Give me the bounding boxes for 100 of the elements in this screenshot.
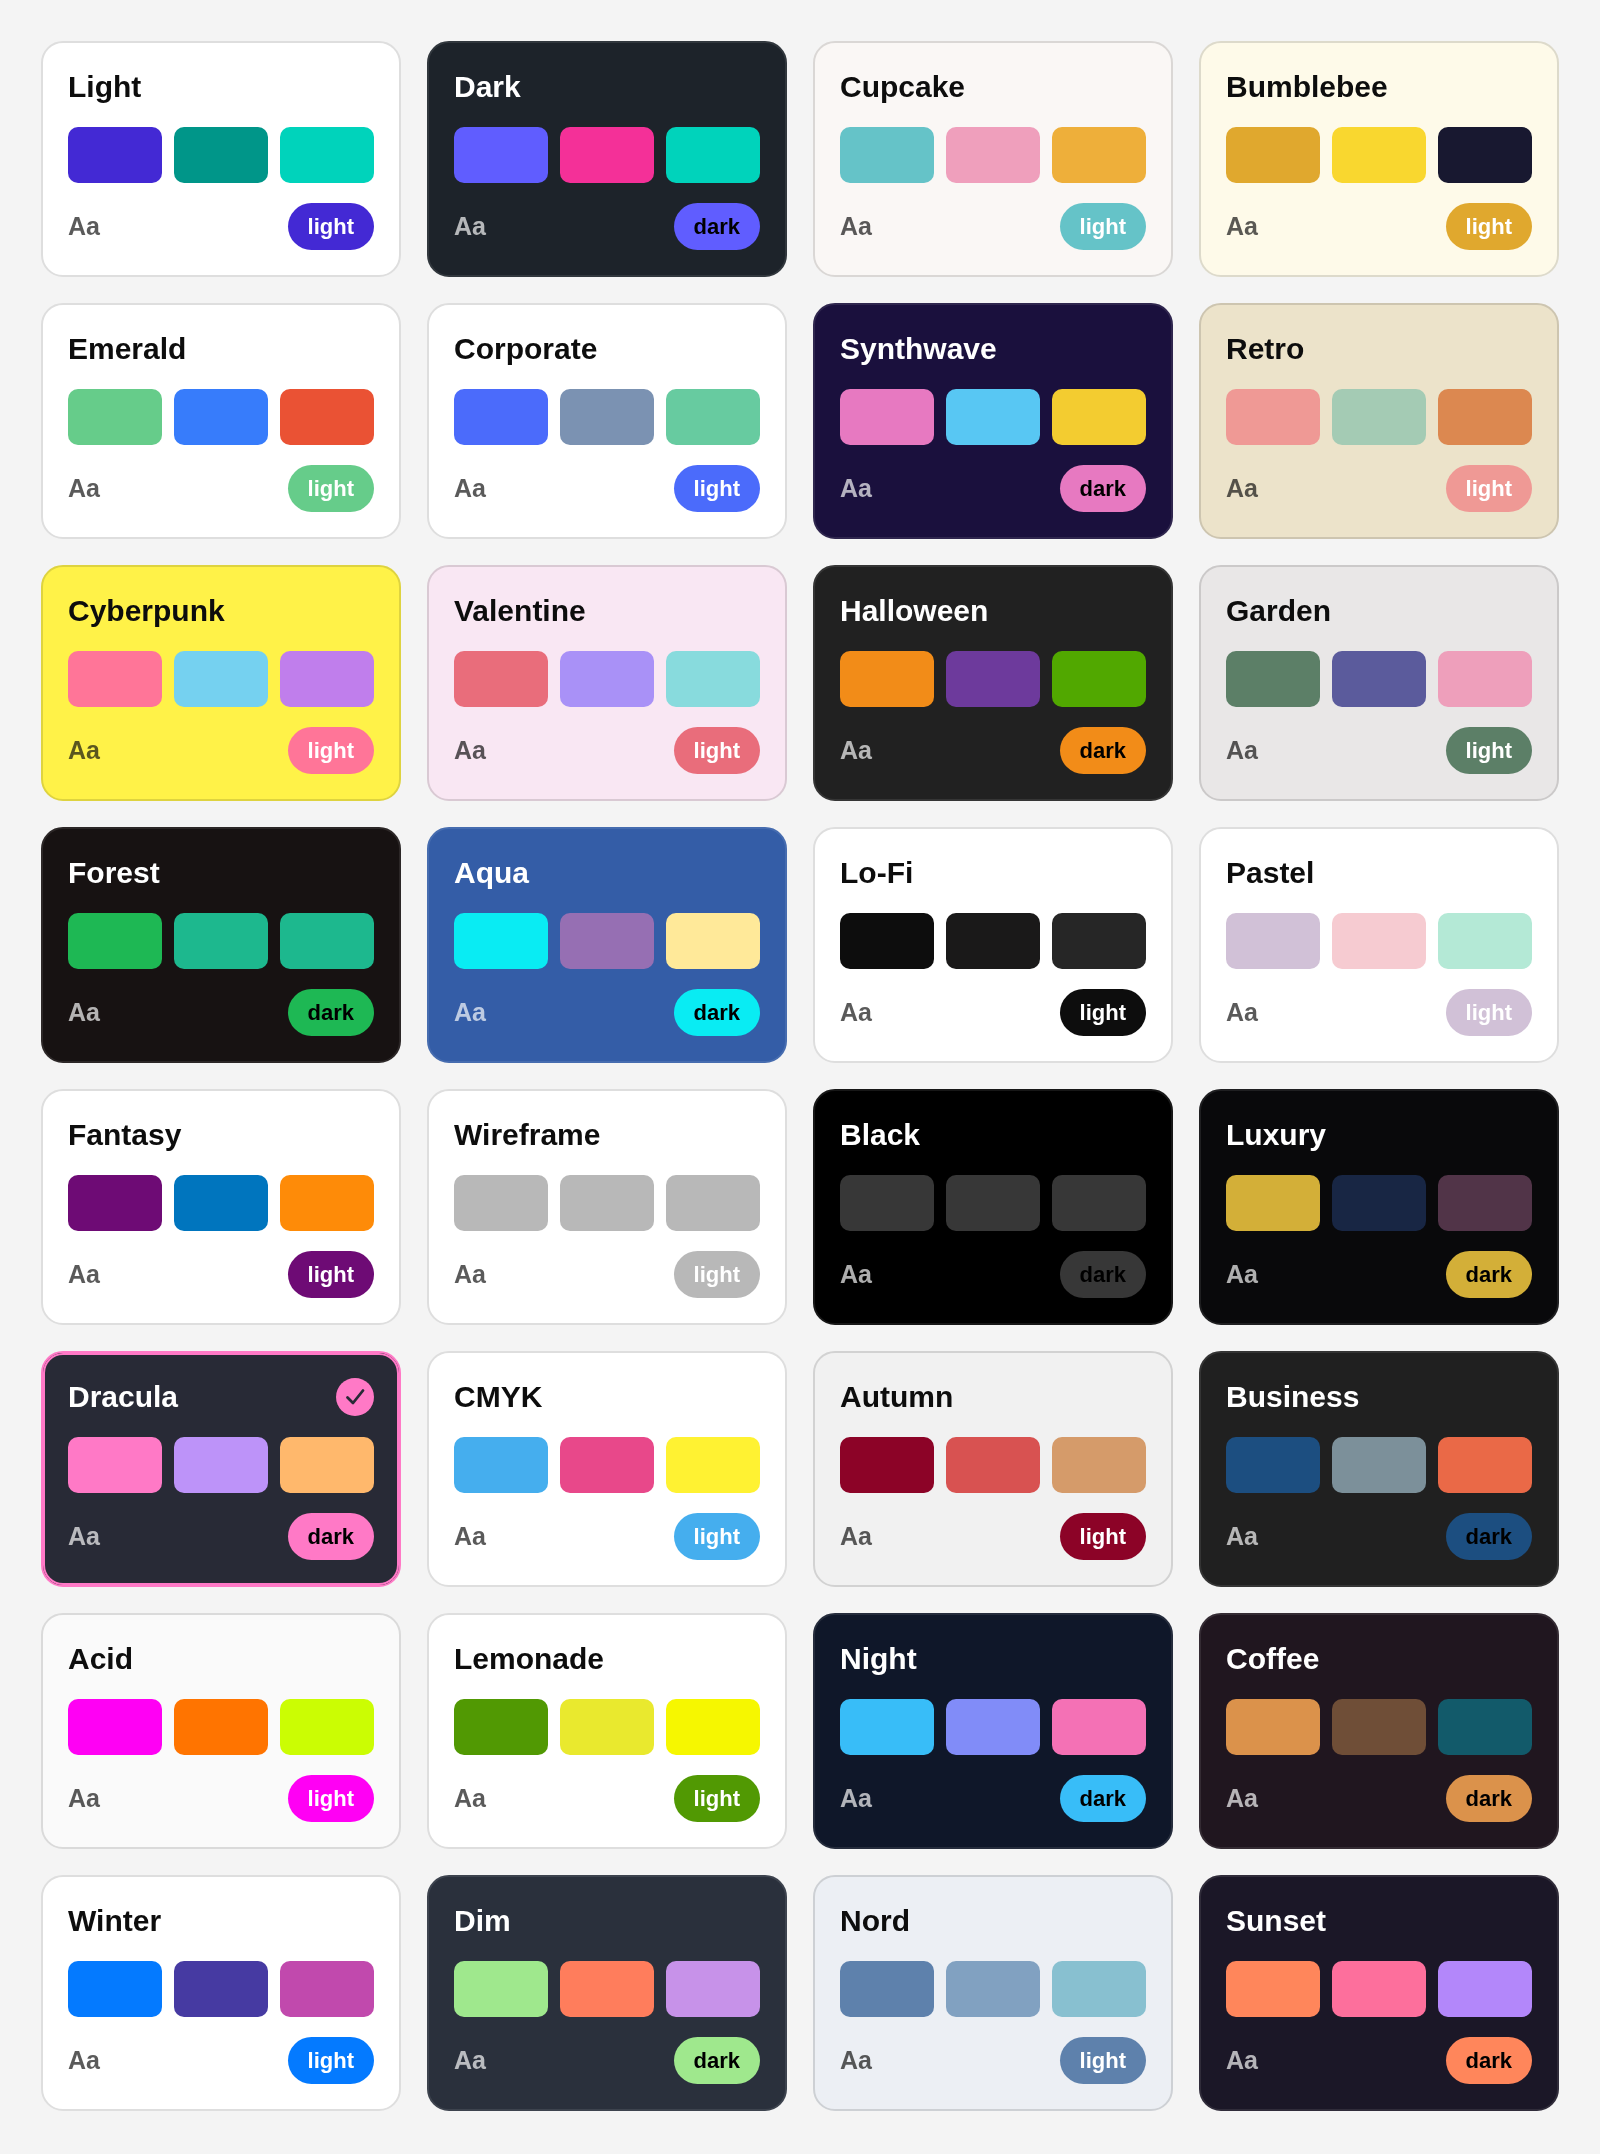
font-sample: Aa xyxy=(1226,1784,1258,1813)
font-sample: Aa xyxy=(840,1784,872,1813)
theme-name: Dracula xyxy=(68,1379,179,1415)
font-sample: Aa xyxy=(454,1522,486,1551)
font-sample: Aa xyxy=(68,1522,100,1551)
theme-name: Business xyxy=(1226,1379,1360,1415)
mode-badge: light xyxy=(1059,989,1146,1036)
theme-card[interactable]: Emerald Aa light xyxy=(41,303,401,539)
font-sample: Aa xyxy=(454,1784,486,1813)
theme-card[interactable]: Dracula Aa dark xyxy=(41,1351,401,1587)
font-sample: Aa xyxy=(1226,1522,1258,1551)
theme-card[interactable]: Luxury Aa dark xyxy=(1199,1089,1559,1325)
mode-badge: light xyxy=(673,1775,760,1822)
theme-name: Lo-Fi xyxy=(840,855,914,891)
mode-badge: light xyxy=(1059,2037,1146,2084)
mode-badge: light xyxy=(287,2037,374,2084)
theme-card[interactable]: Wireframe Aa light xyxy=(427,1089,787,1325)
theme-name: Nord xyxy=(840,1903,910,1939)
theme-name: Emerald xyxy=(68,331,187,367)
theme-name: Wireframe xyxy=(454,1117,601,1153)
mode-badge: light xyxy=(673,1251,760,1298)
mode-badge: light xyxy=(1445,989,1532,1036)
mode-badge: light xyxy=(1445,465,1532,512)
theme-card[interactable]: Aqua Aa dark xyxy=(427,827,787,1063)
mode-badge: light xyxy=(1445,727,1532,774)
mode-badge: light xyxy=(287,1251,374,1298)
font-sample: Aa xyxy=(840,212,872,241)
font-sample: Aa xyxy=(68,2046,100,2075)
theme-card[interactable]: Dim Aa dark xyxy=(427,1875,787,2111)
font-sample: Aa xyxy=(454,736,486,765)
font-sample: Aa xyxy=(68,1784,100,1813)
theme-card[interactable]: Sunset Aa dark xyxy=(1199,1875,1559,2111)
mode-badge: dark xyxy=(1059,727,1146,774)
mode-badge: light xyxy=(673,1513,760,1560)
font-sample: Aa xyxy=(68,998,100,1027)
theme-card[interactable]: Coffee Aa dark xyxy=(1199,1613,1559,1849)
font-sample: Aa xyxy=(454,2046,486,2075)
font-sample: Aa xyxy=(840,1260,872,1289)
theme-name: Valentine xyxy=(454,593,586,629)
theme-card[interactable]: Bumblebee Aa light xyxy=(1199,41,1559,277)
theme-name: CMYK xyxy=(454,1379,543,1415)
theme-name: Fantasy xyxy=(68,1117,182,1153)
check-icon xyxy=(336,1378,374,1416)
mode-badge: light xyxy=(287,727,374,774)
theme-name: Dark xyxy=(454,69,521,105)
theme-card[interactable]: Business Aa dark xyxy=(1199,1351,1559,1587)
theme-card[interactable]: Autumn Aa light xyxy=(813,1351,1173,1587)
font-sample: Aa xyxy=(1226,736,1258,765)
theme-name: Autumn xyxy=(840,1379,954,1415)
theme-card[interactable]: Night Aa dark xyxy=(813,1613,1173,1849)
font-sample: Aa xyxy=(454,1260,486,1289)
theme-name: Aqua xyxy=(454,855,529,891)
theme-card[interactable]: Fantasy Aa light xyxy=(41,1089,401,1325)
theme-card[interactable]: Light Aa light xyxy=(41,41,401,277)
mode-badge: light xyxy=(287,203,374,250)
theme-card[interactable]: Cupcake Aa light xyxy=(813,41,1173,277)
theme-card[interactable]: Lo-Fi Aa light xyxy=(813,827,1173,1063)
theme-name: Halloween xyxy=(840,593,989,629)
theme-name: Sunset xyxy=(1226,1903,1327,1939)
theme-card[interactable]: Nord Aa light xyxy=(813,1875,1173,2111)
theme-card[interactable]: Pastel Aa light xyxy=(1199,827,1559,1063)
font-sample: Aa xyxy=(840,736,872,765)
font-sample: Aa xyxy=(1226,1260,1258,1289)
theme-card[interactable]: Dark Aa dark xyxy=(427,41,787,277)
theme-name: Acid xyxy=(68,1641,133,1677)
font-sample: Aa xyxy=(840,1522,872,1551)
mode-badge: light xyxy=(287,1775,374,1822)
font-sample: Aa xyxy=(68,474,100,503)
mode-badge: dark xyxy=(673,2037,760,2084)
theme-name: Garden xyxy=(1226,593,1332,629)
font-sample: Aa xyxy=(454,212,486,241)
theme-card[interactable]: Winter Aa light xyxy=(41,1875,401,2111)
theme-name: Retro xyxy=(1226,331,1305,367)
mode-badge: light xyxy=(673,465,760,512)
theme-name: Cyberpunk xyxy=(68,593,225,629)
font-sample: Aa xyxy=(840,998,872,1027)
theme-card[interactable]: Forest Aa dark xyxy=(41,827,401,1063)
mode-badge: dark xyxy=(1059,465,1146,512)
theme-name: Night xyxy=(840,1641,917,1677)
theme-card[interactable]: Lemonade Aa light xyxy=(427,1613,787,1849)
theme-card[interactable]: Corporate Aa light xyxy=(427,303,787,539)
theme-card[interactable]: Cyberpunk Aa light xyxy=(41,565,401,801)
mode-badge: dark xyxy=(1445,1775,1532,1822)
mode-badge: dark xyxy=(1445,1513,1532,1560)
mode-badge: dark xyxy=(673,989,760,1036)
font-sample: Aa xyxy=(1226,2046,1258,2075)
theme-name: Black xyxy=(840,1117,921,1153)
theme-card[interactable]: Garden Aa light xyxy=(1199,565,1559,801)
theme-name: Forest xyxy=(68,855,160,891)
theme-name: Lemonade xyxy=(454,1641,605,1677)
theme-card[interactable]: CMYK Aa light xyxy=(427,1351,787,1587)
theme-card[interactable]: Valentine Aa light xyxy=(427,565,787,801)
theme-card[interactable]: Retro Aa light xyxy=(1199,303,1559,539)
mode-badge: light xyxy=(287,465,374,512)
theme-card[interactable]: Synthwave Aa dark xyxy=(813,303,1173,539)
mode-badge: dark xyxy=(287,1513,374,1560)
theme-card[interactable]: Acid Aa light xyxy=(41,1613,401,1849)
mode-badge: dark xyxy=(1059,1775,1146,1822)
theme-name: Coffee xyxy=(1226,1641,1320,1677)
theme-card[interactable]: Halloween Aa dark xyxy=(813,565,1173,801)
